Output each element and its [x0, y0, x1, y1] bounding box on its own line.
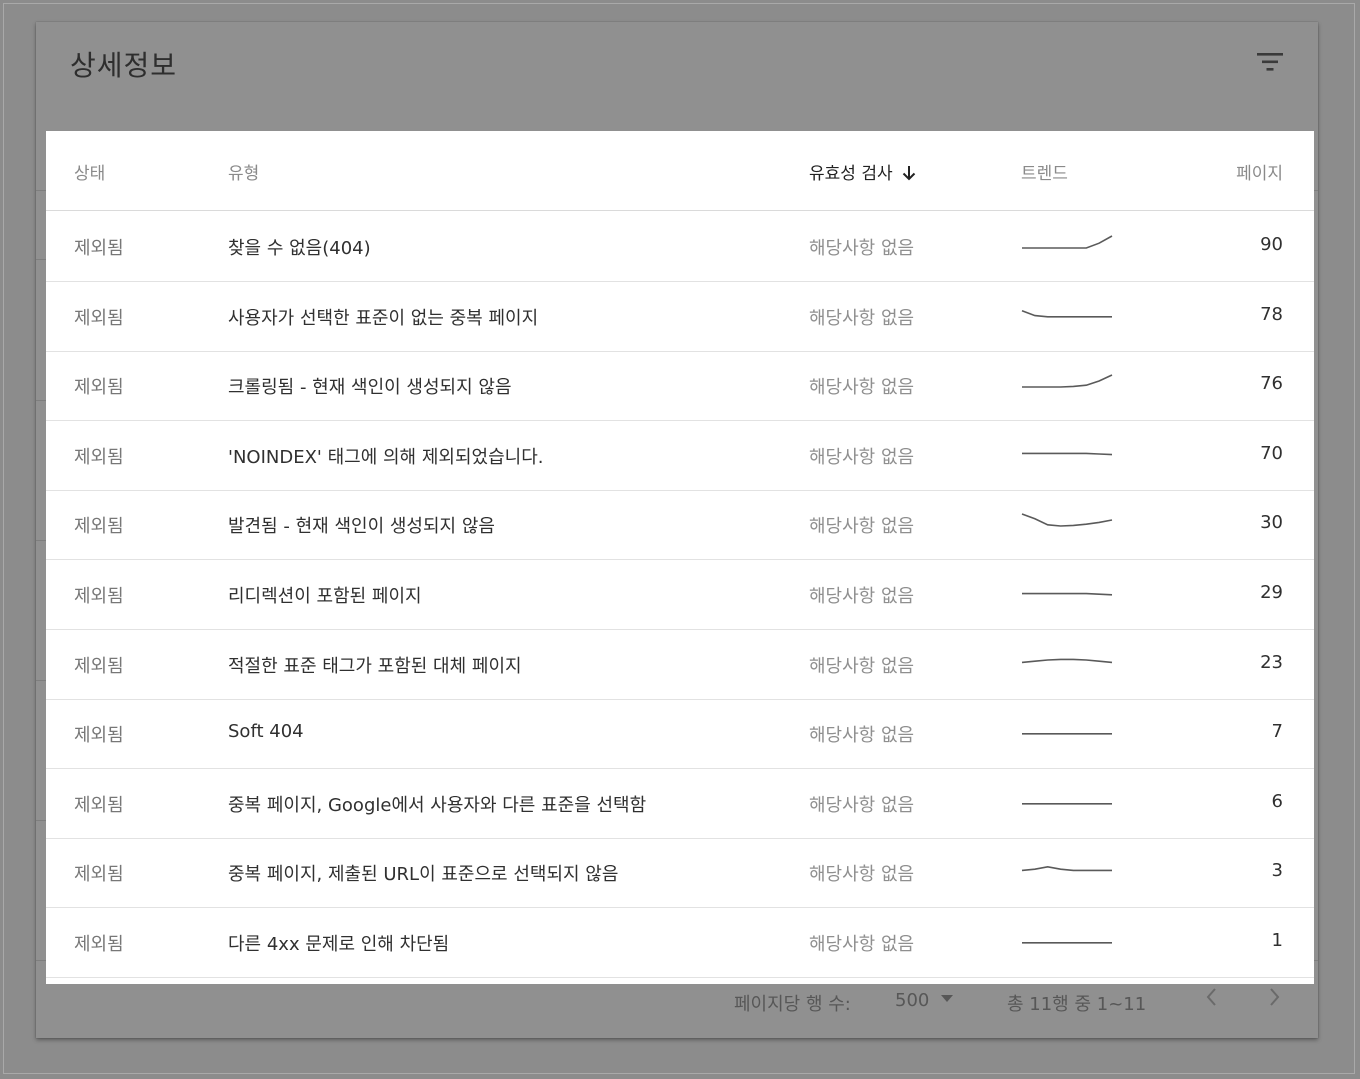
rows-per-page-label: 페이지당 행 수: [734, 994, 851, 1015]
row-pages: 23 [1260, 651, 1283, 673]
row-pages: 30 [1260, 512, 1283, 534]
row-type: Soft 404 [228, 721, 304, 743]
trend-line [1021, 513, 1113, 528]
row-pages: 3 [1271, 860, 1283, 882]
rows-per-page-select[interactable]: 500 [895, 990, 929, 1011]
row-validation: 해당사항 없음 [809, 446, 915, 468]
trend-line [1022, 374, 1113, 388]
row-type: 리디렉션이 포함된 페이지 [228, 586, 422, 607]
row-validation: 해당사항 없음 [809, 516, 915, 538]
row-validation: 해당사항 없음 [809, 377, 915, 399]
trend-line [1022, 452, 1113, 456]
arrow-down-icon [902, 166, 915, 181]
header-trend: 트렌드 [1021, 164, 1068, 184]
row-validation: 해당사항 없음 [809, 725, 915, 747]
trend-line [1021, 866, 1112, 872]
trend-sparkline [1021, 309, 1112, 318]
row-validation: 해당사항 없음 [809, 864, 915, 886]
caret-down-icon[interactable] [940, 994, 954, 1004]
trend-line [1021, 309, 1112, 318]
trend-sparkline [1022, 452, 1113, 456]
table-row[interactable]: 제외됨 'NOINDEX' 태그에 의해 제외되었습니다. 해당사항 없음 70 [46, 421, 1314, 491]
table-row[interactable]: 제외됨 크롤링됨 - 현재 색인이 생성되지 않음 해당사항 없음 76 [46, 351, 1314, 422]
row-status: 제외됨 [74, 725, 124, 747]
table-row[interactable]: 제외됨 적절한 표준 태그가 포함된 대체 페이지 해당사항 없음 23 [46, 630, 1314, 700]
header-pages[interactable]: 페이지 [1236, 159, 1283, 184]
pagination-range: 총 11행 중 1~11 [1007, 994, 1147, 1015]
row-type: 발견됨 - 현재 색인이 생성되지 않음 [228, 516, 495, 538]
row-pages: 76 [1260, 373, 1283, 395]
chevron-left-icon[interactable] [1203, 986, 1221, 1008]
table-row[interactable]: 제외됨 다른 4xx 문제로 인해 차단됨 해당사항 없음 1 [46, 908, 1314, 978]
row-status: 제외됨 [74, 377, 124, 399]
row-pages: 1 [1271, 930, 1283, 951]
row-type: 다른 4xx 문제로 인해 차단됨 [228, 934, 450, 955]
row-status: 제외됨 [74, 655, 124, 677]
trend-line [1021, 658, 1113, 663]
header-validation-sort[interactable]: 유효성 검사 [809, 159, 917, 184]
row-type: 중복 페이지, 제출된 URL이 표준으로 선택되지 않음 [228, 864, 619, 886]
row-status: 제외됨 [74, 446, 124, 468]
row-pages: 7 [1271, 721, 1283, 743]
row-validation: 해당사항 없음 [809, 794, 915, 816]
trend-sparkline [1022, 733, 1112, 735]
trend-sparkline [1021, 866, 1112, 872]
trend-sparkline [1022, 802, 1112, 805]
row-pages: 29 [1260, 582, 1283, 603]
row-type: 찾을 수 없음(404) [228, 238, 371, 259]
row-status: 제외됨 [74, 864, 124, 886]
row-validation: 해당사항 없음 [809, 655, 915, 677]
row-pages: 78 [1260, 303, 1283, 325]
trend-sparkline [1022, 374, 1113, 388]
table-row[interactable]: 제외됨 중복 페이지, 제출된 URL이 표준으로 선택되지 않음 해당사항 없음 3 [46, 838, 1314, 909]
table-row[interactable]: 제외됨 리디렉션이 포함된 페이지 해당사항 없음 29 [46, 560, 1314, 630]
row-pages: 90 [1260, 234, 1283, 255]
row-validation: 해당사항 없음 [809, 238, 915, 259]
details-table: 상태 유형 유효성 검사 트렌드 페이지 제외됨 찾을 수 없음(404) 해당사항… [46, 131, 1314, 984]
row-type: 'NOINDEX' 태그에 의해 제외되었습니다. [228, 446, 544, 468]
table-header: 상태 유형 유효성 검사 트렌드 페이지 [46, 131, 1314, 211]
row-status: 제외됨 [74, 307, 124, 329]
row-type: 중복 페이지, Google에서 사용자와 다른 표준을 선택함 [228, 794, 647, 816]
row-status: 제외됨 [74, 586, 124, 607]
trend-sparkline [1022, 235, 1113, 249]
trend-line [1022, 592, 1113, 596]
row-type: 적절한 표준 태그가 포함된 대체 페이지 [228, 655, 522, 677]
header-status[interactable]: 상태 [74, 159, 105, 184]
header-validation-label: 유효성 검사 [809, 164, 893, 184]
table-row[interactable]: 제외됨 중복 페이지, Google에서 사용자와 다른 표준을 선택함 해당사항 … [46, 769, 1314, 839]
row-pages: 6 [1271, 790, 1283, 812]
row-pages: 70 [1260, 442, 1283, 464]
table-row[interactable]: 제외됨 발견됨 - 현재 색인이 생성되지 않음 해당사항 없음 30 [46, 490, 1314, 561]
row-status: 제외됨 [74, 516, 124, 538]
trend-sparkline [1022, 592, 1113, 596]
card-title: 상세정보 [70, 49, 178, 82]
row-status: 제외됨 [74, 794, 124, 816]
filter-icon[interactable] [1256, 50, 1284, 74]
row-type: 사용자가 선택한 표준이 없는 중복 페이지 [228, 307, 539, 329]
trend-sparkline [1021, 658, 1113, 663]
table-row[interactable]: 제외됨 찾을 수 없음(404) 해당사항 없음 90 [46, 212, 1314, 282]
trend-sparkline [1021, 513, 1113, 528]
header-type[interactable]: 유형 [228, 159, 259, 184]
row-validation: 해당사항 없음 [809, 586, 915, 607]
row-validation: 해당사항 없음 [809, 934, 915, 955]
row-status: 제외됨 [74, 934, 124, 955]
table-row[interactable]: 제외됨 사용자가 선택한 표준이 없는 중복 페이지 해당사항 없음 78 [46, 282, 1314, 352]
row-status: 제외됨 [74, 238, 124, 259]
chevron-right-icon[interactable] [1265, 986, 1283, 1008]
trend-line [1022, 235, 1113, 249]
row-type: 크롤링됨 - 현재 색인이 생성되지 않음 [228, 377, 512, 399]
table-row[interactable]: 제외됨 Soft 404 해당사항 없음 7 [46, 699, 1314, 770]
row-validation: 해당사항 없음 [809, 307, 915, 329]
trend-sparkline [1022, 942, 1112, 944]
